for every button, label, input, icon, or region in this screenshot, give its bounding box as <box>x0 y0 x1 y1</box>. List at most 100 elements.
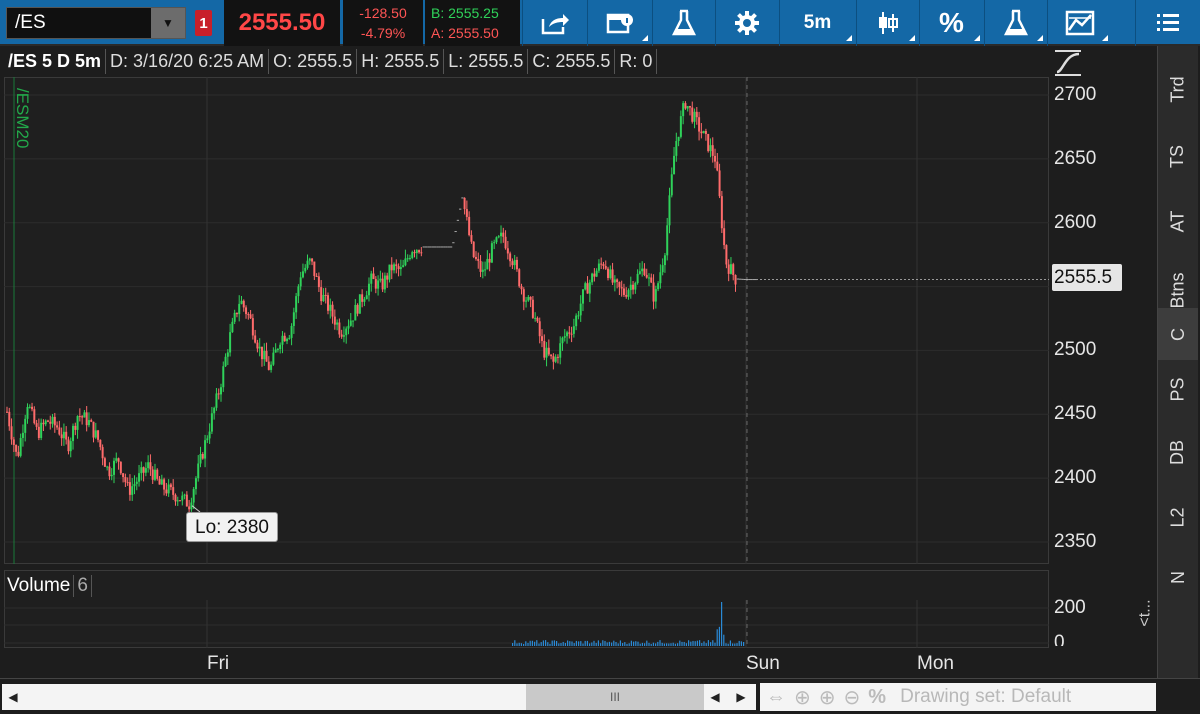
chart-settings-icon[interactable] <box>1053 49 1083 77</box>
studies-button[interactable] <box>652 0 714 46</box>
candle-body <box>322 294 325 302</box>
candle-body <box>504 236 507 249</box>
tab-c[interactable]: C <box>1158 308 1198 360</box>
drawing-set-selector[interactable]: Drawing set: Default <box>900 686 1071 708</box>
candle-body <box>584 283 587 290</box>
candle-body <box>490 243 493 263</box>
volume-bar <box>644 643 646 646</box>
chart-style-button[interactable] <box>856 0 918 46</box>
candle-body <box>17 451 20 456</box>
candle-body <box>484 269 487 271</box>
menu-button[interactable] <box>1135 0 1199 46</box>
bid-ask-box: B: 2555.25 A: 2555.50 <box>425 0 520 46</box>
candle-body <box>463 197 466 210</box>
candle-body <box>661 265 664 273</box>
candle-body <box>552 356 555 362</box>
candle-body <box>240 300 243 304</box>
candle-body <box>81 416 84 418</box>
zoom-out-icon[interactable]: ⊖ <box>844 685 861 710</box>
candle-body <box>367 283 370 296</box>
tab-l2[interactable]: L2 <box>1158 489 1198 545</box>
price-tick-label: 2650 <box>1054 147 1097 169</box>
volume-bar <box>630 640 632 646</box>
candle-body <box>185 494 188 507</box>
zoom-in-icon[interactable]: ⊕ <box>819 685 836 710</box>
candle-body <box>220 387 222 395</box>
candle-body <box>627 290 630 297</box>
symbol-selector[interactable]: /ES ▼ <box>6 7 186 39</box>
chart-window: /ES ▼ 1 2555.50 -128.50 -4.79% B: 2555.2… <box>0 0 1200 714</box>
volume-bar <box>562 641 564 646</box>
time-label-mon: Mon <box>917 653 954 674</box>
price-axis[interactable]: 2350 2400 2450 2500 2600 2650 2700 <box>1050 77 1154 564</box>
strategies-button[interactable] <box>984 0 1046 46</box>
candle-body <box>670 174 673 196</box>
volume-bar <box>606 642 608 646</box>
tab-ts[interactable]: TS <box>1158 126 1198 186</box>
scroll-thumb[interactable]: III <box>526 684 704 710</box>
scroll-left-icon[interactable]: ◀ <box>2 684 24 710</box>
scroll-left-step-icon[interactable]: ◀ <box>704 684 726 710</box>
pan-icon[interactable]: ⇔ <box>766 686 786 709</box>
settings-button[interactable] <box>715 0 778 46</box>
tab-at[interactable]: AT <box>1158 191 1198 251</box>
candle-body <box>128 482 131 495</box>
candle-body <box>153 469 156 480</box>
candle-body <box>402 265 405 268</box>
percent-icon[interactable]: % <box>868 686 886 709</box>
candle-body <box>156 469 159 479</box>
volume-bar <box>518 642 520 646</box>
candle-body <box>306 260 309 268</box>
share-button[interactable] <box>522 0 586 46</box>
tab-trd[interactable]: Trd <box>1158 58 1198 120</box>
volume-bar <box>613 640 615 646</box>
candle-body <box>206 438 209 441</box>
candle-body <box>381 278 384 290</box>
percent-button[interactable]: % <box>919 0 983 46</box>
candle-body <box>172 487 175 495</box>
collapse-panel-button[interactable]: <t... <box>1137 599 1155 626</box>
timeframe-button[interactable]: 5m <box>779 0 855 46</box>
tab-n[interactable]: N <box>1158 551 1198 603</box>
volume-bar <box>567 640 569 646</box>
candle-body <box>126 482 129 484</box>
candle-body <box>354 304 357 321</box>
candle-body <box>85 412 88 426</box>
candle-body <box>522 289 525 302</box>
volume-bar <box>740 641 742 646</box>
link-group-badge[interactable]: 1 <box>195 10 212 36</box>
scroll-right-icon[interactable]: ▶ <box>730 684 752 710</box>
symbol-input[interactable]: /ES <box>7 12 151 34</box>
volume-bar <box>663 643 665 646</box>
candle-body <box>418 250 421 253</box>
volume-bar <box>531 640 533 646</box>
candle-body <box>666 225 669 256</box>
candle-style-icon <box>878 12 898 34</box>
candle-body <box>254 335 257 343</box>
volume-bar <box>734 643 736 646</box>
candle-body <box>101 447 104 459</box>
candle-body <box>78 416 81 418</box>
candle-body <box>554 356 557 362</box>
volume-bar <box>536 640 538 646</box>
tab-ps[interactable]: PS <box>1158 361 1198 417</box>
flask-icon <box>1003 9 1028 36</box>
candle-body <box>611 269 614 283</box>
candle-body <box>338 322 341 335</box>
candle-body <box>593 273 596 277</box>
gear-icon <box>735 11 759 35</box>
drawings-button[interactable] <box>1047 0 1111 46</box>
candle-body <box>245 307 248 315</box>
tab-db[interactable]: DB <box>1158 424 1198 480</box>
candle-body <box>144 468 147 473</box>
crosshair-icon[interactable]: ⊕ <box>794 685 811 710</box>
price-chart[interactable] <box>4 77 1049 564</box>
volume-bar <box>652 642 654 646</box>
volume-bar <box>690 641 692 646</box>
info-button[interactable] <box>587 0 651 46</box>
volume-bar <box>668 643 670 646</box>
volume-bar <box>641 642 643 646</box>
candle-body <box>500 232 503 237</box>
volume-bar <box>694 641 696 646</box>
chevron-down-icon[interactable]: ▼ <box>151 8 185 38</box>
